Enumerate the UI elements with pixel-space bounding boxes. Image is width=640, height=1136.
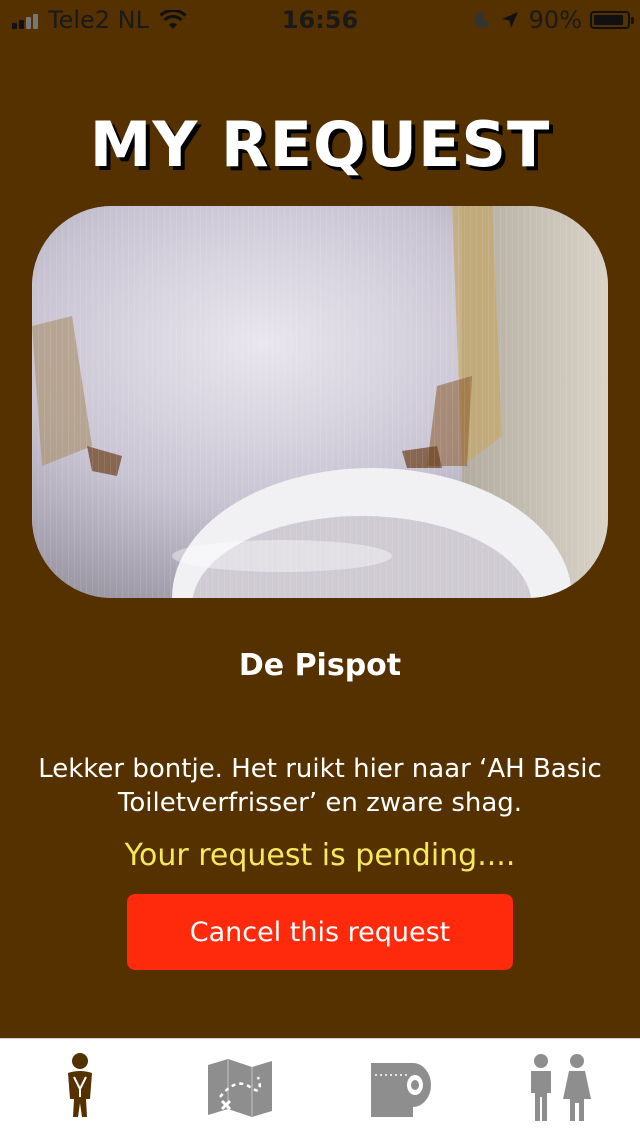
toilet-photo-image (32, 206, 608, 598)
location-icon (501, 12, 518, 28)
toilet-photo (32, 206, 608, 598)
toilet-paper-icon (371, 1063, 431, 1117)
tab-map[interactable] (160, 1039, 320, 1136)
battery-percent: 90% (528, 6, 582, 34)
tab-toilets[interactable] (320, 1039, 480, 1136)
request-status: Your request is pending.... (124, 838, 516, 873)
battery-level (594, 15, 623, 25)
place-name: De Pispot (238, 648, 402, 683)
restroom-icon (531, 1054, 591, 1121)
map-icon (208, 1059, 272, 1117)
tab-bar (0, 1038, 640, 1136)
moon-icon (473, 11, 490, 28)
status-bar: Tele2 NL 16:56 90% (0, 0, 640, 40)
person-waiting-icon (68, 1053, 92, 1117)
request-description: Lekker bontje. Het ruikt hier naar ‘AH B… (38, 754, 602, 818)
cancel-request-button[interactable]: Cancel this request (127, 894, 513, 970)
screen: Tele2 NL 16:56 90% MY REQUEST De Pispot … (0, 0, 640, 1136)
tab-restroom[interactable] (480, 1039, 640, 1136)
status-right: 90% (473, 6, 634, 34)
tab-my-request[interactable] (0, 1039, 160, 1136)
battery-icon (590, 11, 634, 29)
page-title: MY REQUEST (89, 108, 551, 181)
